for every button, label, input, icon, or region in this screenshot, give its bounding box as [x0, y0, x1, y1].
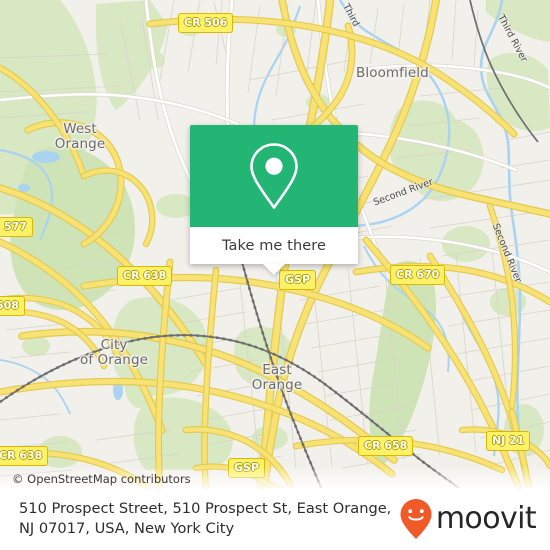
map-pin-icon [247, 141, 301, 211]
map-canvas[interactable]: .land { fill:#f2f0ea; } .green { fill:#d… [0, 0, 550, 490]
address-text: 510 Prospect Street, 510 Prospect St, Ea… [19, 499, 391, 539]
address-line-1: 510 Prospect Street, 510 Prospect St, Ea… [19, 500, 392, 517]
info-card-banner [190, 125, 358, 227]
info-card-pointer [263, 264, 285, 275]
moovit-map-screenshot: .land { fill:#f2f0ea; } .green { fill:#d… [0, 0, 550, 550]
moovit-pin-smiley-icon [399, 498, 433, 540]
moovit-brand[interactable]: moovit [399, 498, 537, 540]
footer-bar: 510 Prospect Street, 510 Prospect St, Ea… [0, 488, 550, 550]
footer-content: 510 Prospect Street, 510 Prospect St, Ea… [0, 488, 550, 550]
location-info-card[interactable]: Take me there [190, 125, 358, 275]
address-line-2: NJ 07017, USA, New York City [19, 520, 235, 537]
moovit-wordmark: moovit [435, 501, 537, 536]
take-me-there-button[interactable]: Take me there [222, 238, 326, 254]
openstreetmap-attribution[interactable]: © OpenStreetMap contributors [12, 472, 191, 486]
info-card-action-bar[interactable]: Take me there [190, 227, 358, 275]
